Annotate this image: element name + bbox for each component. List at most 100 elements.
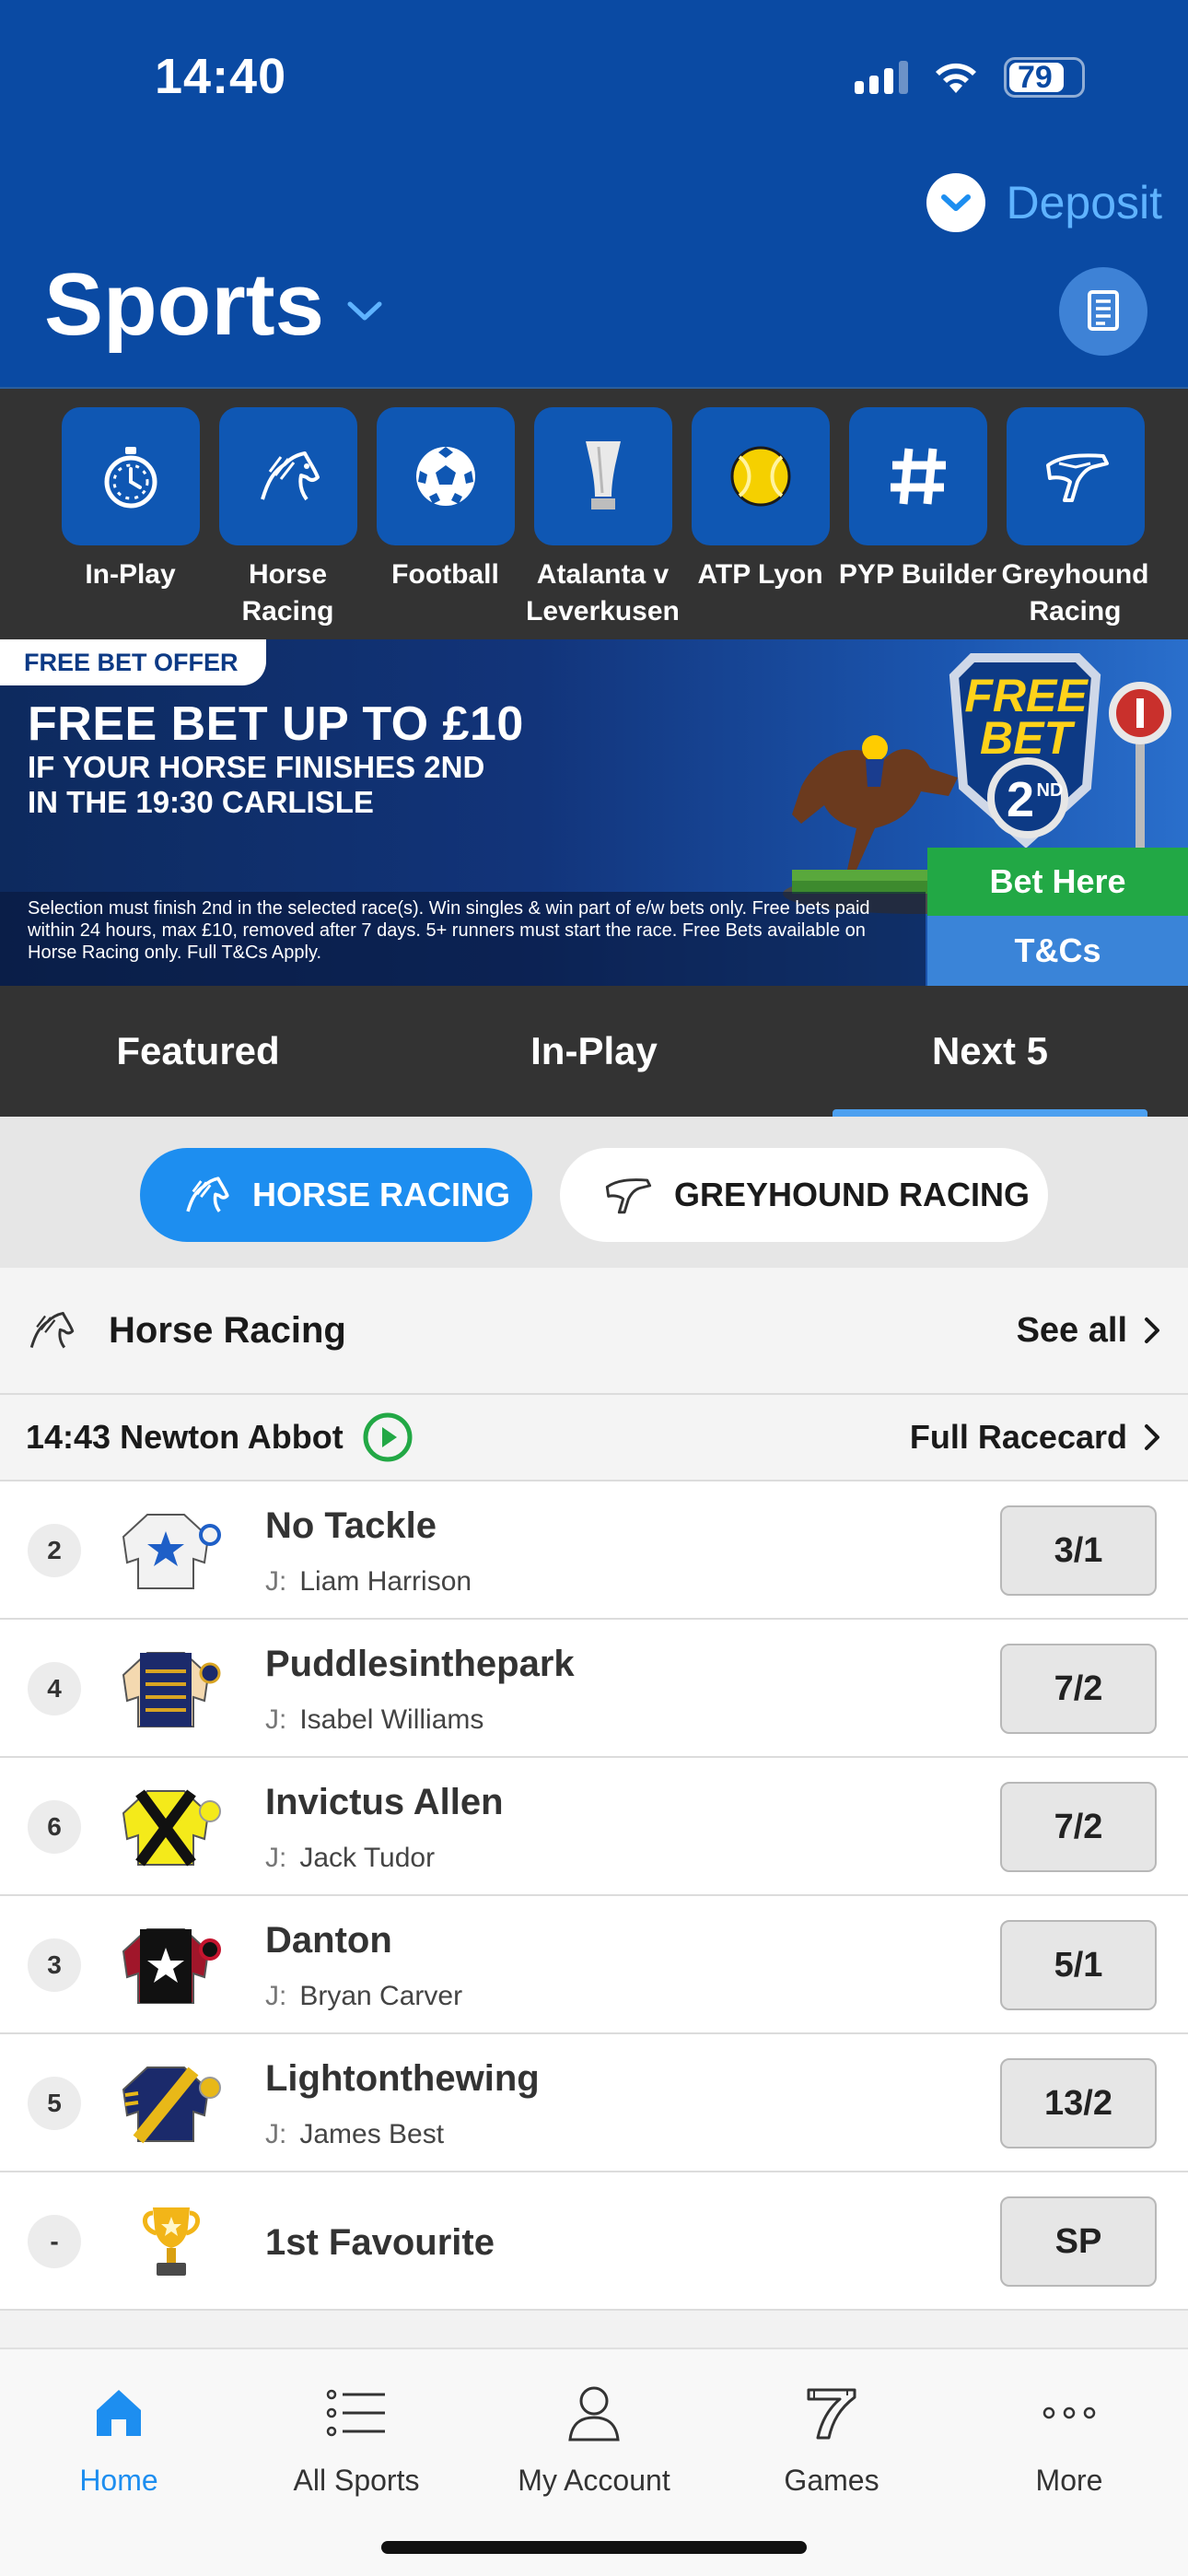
horse-name: Puddlesinthepark (265, 1644, 575, 1684)
betslip-button[interactable] (1059, 267, 1147, 356)
race-title: 14:43 Newton Abbot (26, 1418, 344, 1456)
full-racecard-label: Full Racecard (909, 1418, 1127, 1456)
see-all-link[interactable]: See all (1017, 1311, 1160, 1351)
nav-label: More (1035, 2464, 1103, 2497)
quick-link-atalanta-v-leverkusen[interactable]: Atalanta v Leverkusen (524, 389, 681, 639)
quick-link-label: Horse (248, 559, 328, 590)
live-stream-play-icon[interactable] (362, 1411, 413, 1463)
cellular-signal-icon (855, 61, 908, 94)
section-title: Horse Racing (109, 1309, 346, 1351)
more-dots-icon (1042, 2406, 1096, 2419)
quick-link-label: Atalanta v (536, 559, 670, 590)
runner-row: 2 No Tackle J: Liam Harrison 3/1 (0, 1481, 1188, 1620)
quick-link-greyhound-racing[interactable]: Greyhound Racing (996, 389, 1154, 639)
wifi-icon (936, 63, 976, 93)
quick-link-pyp-builder[interactable]: PYP Builder (839, 389, 996, 639)
tennis-ball-icon (730, 446, 790, 507)
deposit-button[interactable]: Deposit (1006, 176, 1162, 229)
jockey-info: J: James Best (265, 2119, 444, 2150)
page-title[interactable]: Sports (44, 254, 324, 356)
trophy-icon (585, 441, 621, 509)
chevron-right-icon (1145, 1317, 1159, 1343)
bet-here-button[interactable]: Bet Here (927, 848, 1188, 916)
jockey-name: James Best (299, 2119, 445, 2149)
person-icon (568, 2386, 620, 2441)
football-icon (415, 447, 475, 506)
runner-number: 4 (28, 1662, 81, 1715)
promo-sub-line: IN THE 19:30 CARLISLE (28, 785, 374, 819)
quick-link-label: Football (391, 559, 499, 590)
nav-home[interactable]: Home (0, 2349, 238, 2576)
runner-row: - 1st Favourite SP (0, 2172, 1188, 2311)
deposit-control[interactable]: Deposit (926, 173, 1162, 232)
quick-link-horse-racing[interactable]: Horse Racing (209, 389, 367, 639)
odds-button[interactable]: SP (1000, 2196, 1157, 2287)
terms-and-conditions-button[interactable]: T&Cs (927, 916, 1188, 986)
tab-in-play[interactable]: In-Play (396, 986, 792, 1117)
trophy-icon (143, 2207, 200, 2276)
jockey-label: J: (265, 2119, 287, 2149)
status-icons: 79 (855, 57, 1085, 98)
horse-racing-toggle[interactable]: HORSE RACING (140, 1148, 532, 1242)
badge-text: BET (980, 712, 1076, 764)
battery-percent: 79 (1018, 59, 1053, 95)
stopwatch-icon (104, 447, 157, 509)
jockey-silk-icon (122, 2067, 221, 2144)
odds-button[interactable]: 3/1 (1000, 1505, 1157, 1596)
greyhound-racing-toggle[interactable]: GREYHOUND RACING (560, 1148, 1048, 1242)
slot-seven-icon (807, 2388, 856, 2440)
chevron-down-icon[interactable] (346, 299, 383, 323)
tab-next-5[interactable]: Next 5 (792, 986, 1188, 1117)
jockey-label: J: (265, 1566, 287, 1597)
runner-row: 3 Danton J: Bryan Carver 5/1 (0, 1896, 1188, 2034)
status-time: 14:40 (155, 49, 287, 104)
promo-subheadline: IF YOUR HORSE FINISHES 2ND IN THE 19:30 … (28, 750, 543, 820)
quick-link-in-play[interactable]: In-Play (52, 389, 209, 639)
free-bet-promo-banner[interactable]: FREE BET OFFER FREE BET UP TO £10 IF YOU… (0, 639, 1188, 986)
hash-icon (890, 448, 946, 505)
tab-featured[interactable]: Featured (0, 986, 396, 1117)
greyhound-racing-toggle-label: GREYHOUND RACING (674, 1176, 1031, 1213)
greyhound-icon (605, 1178, 652, 1214)
runner-row: 5 Lightonthewing J: James Best 13/2 (0, 2034, 1188, 2172)
quick-link-label: ATP Lyon (697, 559, 823, 590)
nav-label: Home (79, 2464, 158, 2497)
quick-link-football[interactable]: Football (367, 389, 524, 639)
jockey-label: J: (265, 1704, 287, 1735)
horse-name: Danton (265, 1920, 392, 1961)
app-header: 14:40 79 Deposit Sports (0, 0, 1188, 387)
jockey-name: Isabel Williams (299, 1704, 484, 1735)
chevron-right-icon (1145, 1424, 1159, 1450)
nav-label: My Account (518, 2464, 670, 2497)
horse-name: No Tackle (265, 1505, 437, 1546)
sports-selector[interactable]: Sports (44, 254, 383, 356)
odds-button[interactable]: 13/2 (1000, 2058, 1157, 2149)
horse-name: 1st Favourite (265, 2222, 495, 2263)
chevron-down-icon[interactable] (926, 173, 986, 232)
odds-button[interactable]: 5/1 (1000, 1920, 1157, 2010)
runner-number: 5 (28, 2077, 81, 2130)
content-tabs: Featured In-Play Next 5 (0, 986, 1188, 1117)
nav-more[interactable]: More (950, 2349, 1188, 2576)
home-indicator (381, 2541, 807, 2554)
jockey-info: J: Liam Harrison (265, 1566, 472, 1598)
horse-name: Invictus Allen (265, 1782, 504, 1822)
jockey-label: J: (265, 1981, 287, 2011)
runner-number: 2 (28, 1524, 81, 1577)
quick-link-atp-lyon[interactable]: ATP Lyon (681, 389, 839, 639)
full-racecard-link[interactable]: Full Racecard (910, 1418, 1160, 1457)
quick-links-bar: In-Play Horse Racing Football Atalanta v… (0, 387, 1188, 639)
odds-button[interactable]: 7/2 (1000, 1782, 1157, 1872)
jockey-name: Bryan Carver (299, 1981, 463, 2011)
promo-sub-line: IF YOUR HORSE FINISHES 2ND (28, 750, 485, 784)
home-icon (97, 2390, 141, 2436)
horse-name: Lightonthewing (265, 2058, 540, 2099)
quick-link-label: Racing (241, 596, 334, 626)
runner-list: 2 No Tackle J: Liam Harrison 3/1 4 Puddle… (0, 1481, 1188, 2311)
jockey-silk-icon (122, 1789, 221, 1867)
jockey-info: J: Jack Tudor (265, 1843, 435, 1874)
promo-terms: Selection must finish 2nd in the selecte… (0, 892, 926, 986)
badge-text: 2 (1007, 772, 1034, 827)
quick-link-label: Greyhound (1001, 559, 1149, 590)
odds-button[interactable]: 7/2 (1000, 1644, 1157, 1734)
